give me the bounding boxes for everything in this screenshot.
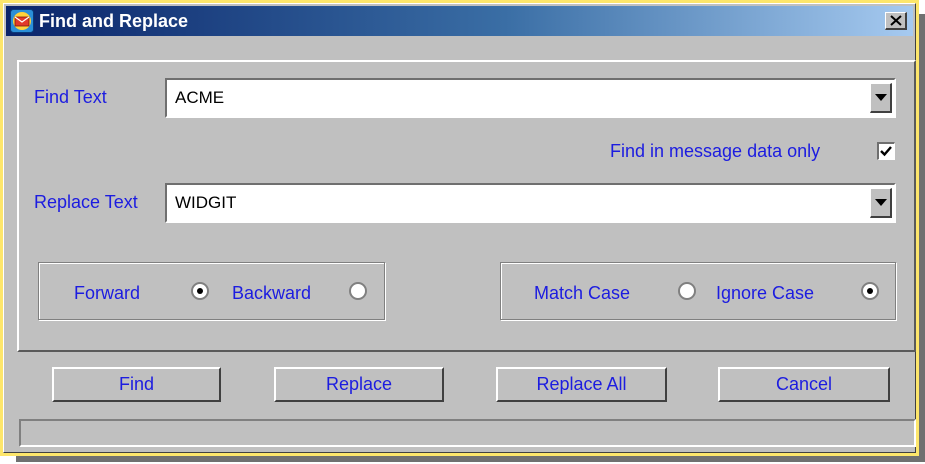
checkmark-icon — [880, 146, 892, 157]
find-text-combobox[interactable]: ACME — [165, 78, 896, 118]
forward-label: Forward — [74, 283, 141, 303]
find-text-value[interactable]: ACME — [175, 88, 224, 108]
chevron-down-icon — [874, 94, 887, 101]
window-title: Find and Replace — [39, 11, 189, 31]
replace-text-dropdown-button[interactable] — [870, 188, 892, 218]
window-shadow-bottom — [16, 456, 925, 462]
forward-radio[interactable] — [191, 282, 209, 300]
ignore-case-radio[interactable] — [861, 282, 879, 300]
title-bar[interactable]: Find and Replace — [6, 6, 913, 36]
replace-text-value[interactable]: WIDGIT — [175, 193, 236, 213]
match-case-label: Match Case — [534, 283, 631, 303]
status-bar — [19, 419, 916, 447]
radio-selected-dot — [867, 288, 873, 294]
replace-text-combobox[interactable]: WIDGIT — [165, 183, 896, 223]
radio-selected-dot — [197, 288, 203, 294]
find-button[interactable]: Find — [52, 367, 221, 402]
find-text-label: Find Text — [34, 87, 107, 107]
window-shadow-right — [919, 14, 925, 460]
message-only-checkbox[interactable] — [877, 142, 895, 160]
close-button[interactable] — [885, 12, 907, 30]
find-text-dropdown-button[interactable] — [870, 83, 892, 113]
find-replace-window: Find and Replace Find Text ACME Find in … — [0, 0, 919, 456]
match-case-radio[interactable] — [678, 282, 696, 300]
replace-all-button[interactable]: Replace All — [496, 367, 667, 402]
cancel-button[interactable]: Cancel — [718, 367, 890, 402]
close-icon — [889, 15, 902, 26]
backward-radio[interactable] — [349, 282, 367, 300]
message-only-label: Find in message data only — [610, 141, 821, 161]
chevron-down-icon — [874, 199, 887, 206]
ignore-case-label: Ignore Case — [716, 283, 815, 303]
replace-text-label: Replace Text — [34, 192, 138, 212]
replace-button[interactable]: Replace — [274, 367, 444, 402]
mail-envelope-icon — [10, 9, 34, 33]
backward-label: Backward — [232, 283, 312, 303]
